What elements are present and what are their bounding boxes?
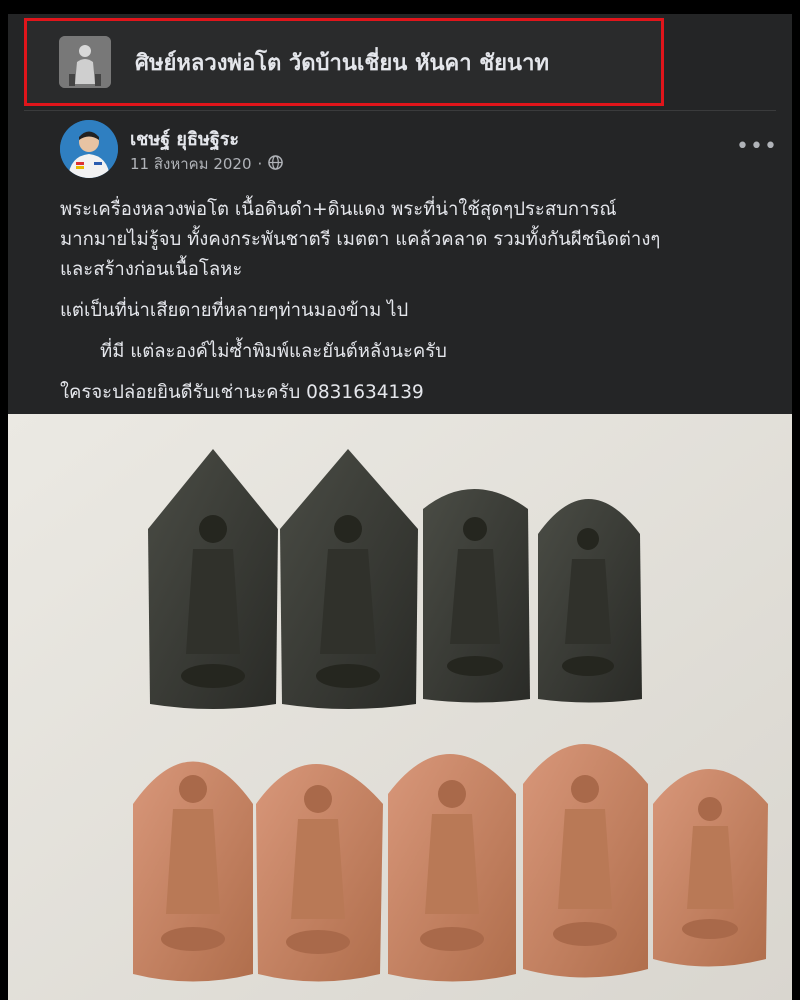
dark-amulet-4 <box>538 499 642 703</box>
post-text-line: พระเครื่องหลวงพ่อโต เนื้อดินดำ+ดินแดง พร… <box>60 199 617 220</box>
post-text-line: มากมายไม่รู้จบ ทั้งคงกระพันชาตรี เมตตา แ… <box>60 229 661 250</box>
post-text-line: ใครจะปล่อยยินดีรับเช่านะครับ 0831634139 <box>60 382 424 403</box>
red-amulet-2 <box>256 764 383 982</box>
red-amulet-3 <box>388 754 516 982</box>
post-text-line: และสร้างก่อนเนื้อโลหะ <box>60 259 243 280</box>
more-options-button[interactable]: ••• <box>736 134 778 159</box>
divider <box>24 110 776 111</box>
top-black-strip <box>0 0 800 14</box>
dark-amulet-3 <box>423 489 530 703</box>
post-text-line: ที่มี แต่ละองค์ไม่ซ้ำพิมพ์และยันต์หลังนะ… <box>100 341 447 362</box>
group-photo-icon[interactable] <box>59 36 111 88</box>
post-text-line: แต่เป็นที่น่าเสียดายที่หลายๆท่านมองข้าม … <box>60 300 409 321</box>
red-amulet-1 <box>133 761 253 982</box>
red-amulet-5 <box>653 769 768 967</box>
red-amulet-4 <box>523 744 648 978</box>
author-name[interactable]: เชษฐ์ ยุธิษฐิระ <box>130 124 239 153</box>
group-name[interactable]: ศิษย์หลวงพ่อโต วัดบ้านเชี่ยน หันคา ชัยนา… <box>135 45 549 80</box>
avatar[interactable] <box>60 120 118 178</box>
group-header[interactable]: ศิษย์หลวงพ่อโต วัดบ้านเชี่ยน หันคา ชัยนา… <box>24 18 664 106</box>
globe-icon <box>268 154 284 174</box>
post-photo[interactable] <box>8 414 792 1000</box>
post-meta: 11 สิงหาคม 2020 · <box>130 152 284 176</box>
post-date[interactable]: 11 สิงหาคม 2020 <box>130 152 252 176</box>
separator-dot: · <box>257 155 263 173</box>
